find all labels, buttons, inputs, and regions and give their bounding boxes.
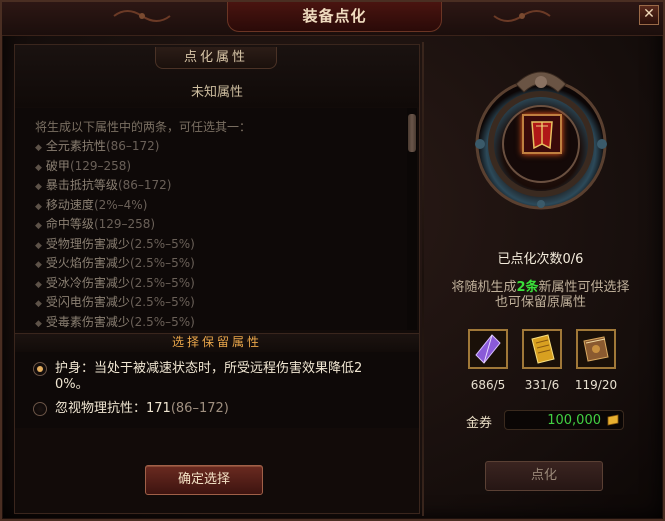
refine-info: 将随机生成2条新属性可供选择 也可保留原属性 xyxy=(430,280,651,318)
red-armor-icon xyxy=(524,116,560,152)
purple-crystal-icon xyxy=(470,331,506,367)
material-count-1: 686/5 xyxy=(470,378,506,392)
retain-option-1-label[interactable]: 护身：当处于被减速状态时，所受远程伤害效果降低2 0%。 xyxy=(55,361,362,393)
refine-info-highlight: 2条 xyxy=(516,280,539,295)
attribute-range: (2.5%–5%) xyxy=(129,314,195,329)
refine-info-pre: 将随机生成 xyxy=(451,280,517,295)
refine-count: 已点化次数0/6 xyxy=(497,252,584,267)
diamond-bullet-icon: ◆ xyxy=(35,221,42,231)
retain-option-2-radio[interactable] xyxy=(33,402,47,416)
material-slot-1[interactable] xyxy=(468,329,508,369)
retain-option-2-label[interactable]: 忽视物理抗性：171(86–172) xyxy=(55,401,229,417)
gold-ticket-icon xyxy=(607,414,619,426)
material-slot-3[interactable] xyxy=(576,329,616,369)
list-item: ◆ 受火焰伤害减少(2.5%–5%) xyxy=(35,254,411,274)
refine-button[interactable]: 点化 xyxy=(485,461,603,491)
attribute-name: 受毒素伤害减少 xyxy=(45,314,130,329)
window-title: 装备点化 xyxy=(227,2,442,32)
material-count-3: 119/20 xyxy=(574,378,618,392)
diamond-bullet-icon: ◆ xyxy=(35,318,42,329)
title-ornament-right-icon xyxy=(493,10,551,22)
diamond-bullet-icon: ◆ xyxy=(35,201,42,212)
retain-option-2-range: (86–172) xyxy=(170,401,229,416)
confirm-selection-button[interactable]: 确定选择 xyxy=(145,465,263,495)
list-item: ◆ 暴击抵抗等级(86–172) xyxy=(35,176,411,196)
attribute-name: 破甲 xyxy=(45,158,70,173)
list-item: ◆ 移动速度(2%–4%) xyxy=(35,196,411,216)
attribute-header: 点化属性 未知属性 xyxy=(15,45,419,107)
attribute-panel: 点化属性 未知属性 将生成以下属性中的两条，可任选其一： ◆ 全元素抗性(86–1… xyxy=(14,44,420,514)
scrollbar-thumb[interactable] xyxy=(408,114,416,152)
attribute-name: 受火焰伤害减少 xyxy=(45,256,130,270)
attribute-range: (2.5%–5%) xyxy=(129,256,195,270)
attribute-range: (129–258) xyxy=(93,217,156,231)
diamond-bullet-icon: ◆ xyxy=(35,143,42,153)
title-bar[interactable]: 装备点化 ✕ xyxy=(2,2,663,36)
list-item: ◆ 受闪电伤害减少(2.5%–5%) xyxy=(35,293,411,313)
retain-header: 选择保留属性 xyxy=(15,333,419,351)
retain-option-1-line1: 护身：当处于被减速状态时，所受远程伤害效果降低2 xyxy=(55,361,363,376)
material-slot-2[interactable] xyxy=(522,329,562,369)
retain-options: 护身：当处于被减速状态时，所受远程伤害效果降低2 0%。 忽视物理抗性：171(… xyxy=(15,352,419,428)
retain-option-2-text: 忽视物理抗性：171 xyxy=(55,401,171,416)
attribute-list-scrollbar[interactable] xyxy=(407,108,417,330)
spellbook-icon xyxy=(578,331,614,367)
diamond-bullet-icon: ◆ xyxy=(35,299,42,309)
attribute-name: 全元素抗性 xyxy=(45,139,106,153)
attribute-range: (2.5%–5%) xyxy=(129,295,195,309)
diamond-bullet-icon: ◆ xyxy=(35,162,42,173)
attribute-intro: 将生成以下属性中的两条，可任选其一： xyxy=(35,120,252,134)
attribute-name: 命中等级 xyxy=(45,217,94,231)
refine-panel: 已点化次数0/6 将随机生成2条新属性可供选择 也可保留原属性 686/5 33… xyxy=(426,44,655,514)
material-count-2: 331/6 xyxy=(524,378,560,392)
title-ornament-left-icon xyxy=(113,10,171,22)
gold-value: 100,000 xyxy=(547,413,601,428)
gold-field: 100,000 xyxy=(504,410,624,430)
list-item: ◆ 破甲(129–258) xyxy=(35,157,411,177)
diamond-bullet-icon: ◆ xyxy=(35,260,42,270)
possible-attribute-list[interactable]: 将生成以下属性中的两条，可任选其一： ◆ 全元素抗性(86–172) ◆ 破甲(12… xyxy=(15,108,411,330)
list-item: ◆ 命中等级(129–258) xyxy=(35,215,411,235)
list-item: ◆ 受物理伤害减少(2.5%–5%) xyxy=(35,235,411,255)
diamond-bullet-icon: ◆ xyxy=(35,240,42,251)
attribute-name: 受物理伤害减少 xyxy=(45,236,130,251)
close-button[interactable]: ✕ xyxy=(639,5,659,25)
list-item: ◆ 受冰冷伤害减少(2.5%–5%) xyxy=(35,274,411,294)
refine-info-post: 新属性可供选择 xyxy=(538,280,630,295)
list-item: ◆ 全元素抗性(86–172) xyxy=(35,137,411,157)
refine-info-line2: 也可保留原属性 xyxy=(494,295,586,310)
attribute-range: (2.5%–5%) xyxy=(129,236,195,251)
retain-section-title: 选择保留属性 xyxy=(171,335,262,349)
diamond-bullet-icon: ◆ xyxy=(35,182,42,192)
attribute-range: (2.5%–5%) xyxy=(129,275,195,290)
equipment-slot[interactable] xyxy=(522,114,562,154)
attribute-name: 受冰冷伤害减少 xyxy=(45,275,130,290)
panel-divider xyxy=(422,42,424,516)
refine-window: 装备点化 ✕ 点化属性 未知属性 将生成以下属性中的两条，可任选其一： ◆ 全元素… xyxy=(0,0,665,521)
attribute-name: 移动速度 xyxy=(45,197,94,212)
attribute-section-title: 点化属性 xyxy=(155,47,277,69)
list-item: ◆ 受毒素伤害减少(2.5%–5%) xyxy=(35,313,411,333)
attribute-name: 暴击抵抗等级 xyxy=(45,178,118,192)
attribute-range: (129–258) xyxy=(69,158,132,173)
attribute-name: 受闪电伤害减少 xyxy=(45,295,130,309)
attribute-range: (86–172) xyxy=(117,178,172,192)
gold-label: 金券 xyxy=(466,416,493,431)
diamond-bullet-icon: ◆ xyxy=(35,279,42,290)
golden-scroll-icon xyxy=(524,331,560,367)
retain-option-1-line2: 0%。 xyxy=(55,377,89,392)
attribute-range: (2%–4%) xyxy=(93,197,148,212)
retain-option-1-radio[interactable] xyxy=(33,362,47,376)
current-attribute-value: 未知属性 xyxy=(190,85,243,100)
attribute-range: (86–172) xyxy=(105,139,160,153)
